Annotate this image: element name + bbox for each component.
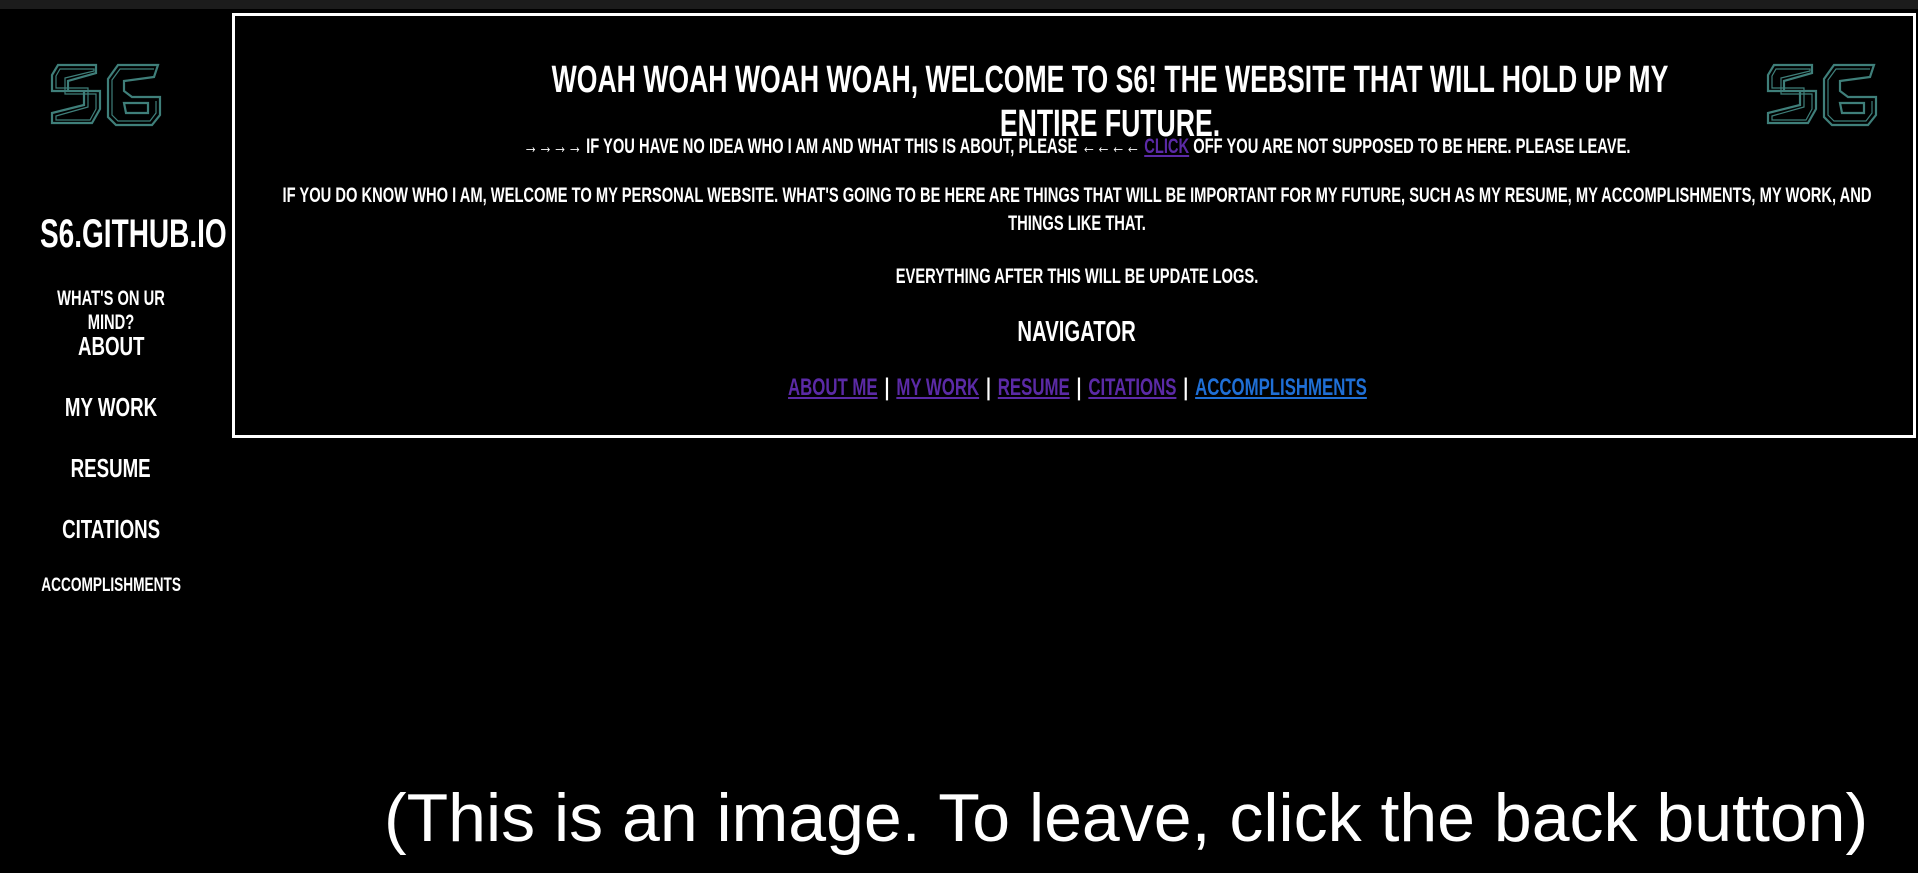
intro-text-before: →→→→ IF YOU HAVE NO IDEA WHO I AM AND WH… xyxy=(523,135,1141,158)
s6-logo-icon xyxy=(1766,63,1878,127)
nav-link-my-work[interactable]: MY WORK xyxy=(896,374,979,401)
site-subtitle: WHAT'S ON UR MIND? xyxy=(57,287,165,334)
image-caption: (This is an image. To leave, click the b… xyxy=(384,780,1869,856)
sidebar-link-citations[interactable]: CITATIONS xyxy=(0,514,222,545)
sidebar: S6.GITHUB.IO WHAT'S ON UR MIND? ABOUT MY… xyxy=(0,9,227,873)
nav-separator: | xyxy=(1182,374,1188,401)
sidebar-link-my-work[interactable]: MY WORK xyxy=(0,392,222,423)
intro-line: →→→→ IF YOU HAVE NO IDEA WHO I AM AND WH… xyxy=(235,133,1918,161)
nav-separator: | xyxy=(884,374,889,401)
update-note: EVERYTHING AFTER THIS WILL BE UPDATE LOG… xyxy=(895,265,1259,288)
navigator-links: ABOUT ME | MY WORK | RESUME | CITATIONS | ACCOMP… xyxy=(235,374,1918,402)
nav-separator: | xyxy=(1076,374,1081,401)
nav-link-about-me[interactable]: ABOUT ME xyxy=(788,374,878,401)
click-link[interactable]: CLICK xyxy=(1144,135,1189,158)
navigator-title: NAVIGATOR xyxy=(1017,316,1137,348)
intro-text-after: OFF YOU ARE NOT SUPPOSED TO BE HERE. PLE… xyxy=(1193,135,1631,158)
welcome-panel: WOAH WOAH WOAH WOAH, WELCOME TO S6! THE … xyxy=(232,13,1916,438)
nav-link-accomplishments[interactable]: ACCOMPLISHMENTS xyxy=(1195,374,1367,401)
intro-paragraph: IF YOU DO KNOW WHO I AM, WELCOME TO MY P… xyxy=(282,184,1872,235)
nav-link-citations[interactable]: CITATIONS xyxy=(1088,374,1176,401)
sidebar-link-accomplishments[interactable]: ACCOMPLISHMENTS xyxy=(0,575,222,597)
s6-logo-icon xyxy=(50,63,162,127)
top-bar xyxy=(0,0,1918,9)
sidebar-link-about[interactable]: ABOUT xyxy=(0,331,222,362)
site-title: S6.GITHUB.IO xyxy=(40,212,227,256)
nav-separator: | xyxy=(985,374,991,401)
nav-link-resume[interactable]: RESUME xyxy=(997,374,1069,401)
sidebar-link-resume[interactable]: RESUME xyxy=(0,453,222,484)
